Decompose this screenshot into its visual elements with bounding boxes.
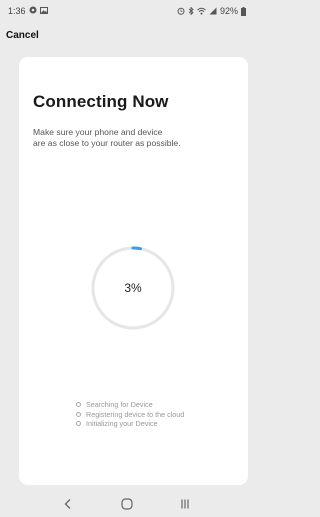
- cancel-button[interactable]: Cancel: [6, 30, 39, 41]
- battery-percent: 92%: [219, 6, 238, 16]
- wifi-icon: [197, 7, 206, 15]
- step-bullet-icon: [76, 402, 81, 408]
- step-item: Initializing your Device: [76, 419, 184, 429]
- progress-percent: 3%: [124, 281, 142, 295]
- progress-ring: 3%: [90, 245, 176, 331]
- step-bullet-icon: [76, 421, 81, 427]
- home-icon[interactable]: [120, 497, 134, 511]
- status-right-icons: 92%: [177, 6, 246, 16]
- step-list: Searching for Device Registering device …: [76, 400, 184, 429]
- signal-icon: [209, 7, 217, 15]
- subtitle-line-1: Make sure your phone and device: [33, 127, 163, 137]
- subtitle-line-2: are as close to your router as possible.: [33, 138, 181, 148]
- system-nav-bar: [0, 492, 254, 517]
- image-notification-icon: [40, 6, 48, 14]
- battery-icon: [241, 6, 246, 16]
- step-item: Searching for Device: [76, 400, 184, 410]
- back-chevron-icon[interactable]: [61, 497, 75, 511]
- step-label: Registering device to the cloud: [86, 409, 185, 419]
- settings-notification-icon: [29, 6, 37, 14]
- status-time: 1:36: [8, 6, 26, 16]
- status-bar: 1:36 92%: [0, 0, 254, 22]
- subtitle: Make sure your phone and device are as c…: [33, 127, 243, 149]
- step-item: Registering device to the cloud: [76, 410, 184, 420]
- page-title: Connecting Now: [33, 92, 169, 111]
- connecting-card: Connecting Now Make sure your phone and …: [19, 57, 248, 485]
- step-label: Initializing your Device: [86, 419, 158, 428]
- alarm-icon: [177, 7, 185, 15]
- step-bullet-icon: [76, 411, 81, 417]
- bluetooth-icon: [188, 7, 194, 15]
- status-left-icons: [29, 6, 48, 14]
- step-label: Searching for Device: [86, 400, 153, 409]
- recent-apps-icon[interactable]: [178, 497, 192, 511]
